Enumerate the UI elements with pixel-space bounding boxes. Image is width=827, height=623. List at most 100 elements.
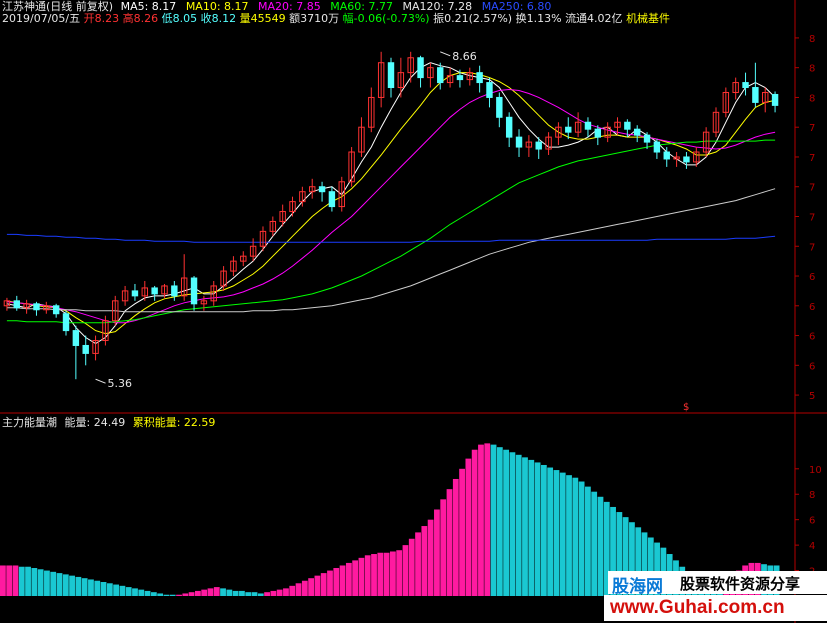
energy-bar[interactable] — [339, 565, 346, 596]
energy-bar[interactable] — [528, 459, 535, 596]
energy-bar[interactable] — [371, 554, 377, 596]
candle-body[interactable] — [643, 134, 651, 143]
candle-body[interactable] — [496, 96, 503, 118]
energy-bar[interactable] — [12, 565, 19, 596]
energy-bar[interactable] — [566, 475, 572, 596]
energy-bar[interactable] — [18, 566, 25, 596]
energy-bar[interactable] — [597, 496, 604, 596]
candle-body[interactable] — [437, 67, 444, 84]
energy-bar[interactable] — [396, 550, 403, 596]
candle-body[interactable] — [584, 121, 592, 130]
candle-body[interactable] — [486, 82, 493, 98]
energy-bar[interactable] — [345, 562, 352, 596]
energy-bar[interactable] — [283, 588, 289, 596]
energy-bar[interactable] — [578, 481, 585, 596]
energy-bar[interactable] — [490, 444, 497, 596]
energy-bar[interactable] — [37, 569, 44, 596]
candle-body[interactable] — [151, 287, 158, 295]
candle-body[interactable] — [62, 313, 70, 332]
energy-bar[interactable] — [195, 590, 201, 596]
energy-bar[interactable] — [270, 590, 277, 596]
energy-bar[interactable] — [0, 565, 6, 596]
industry-label[interactable]: 机械基件 — [626, 12, 670, 25]
candle-body[interactable] — [171, 285, 178, 297]
energy-bar[interactable] — [320, 573, 327, 596]
candle-body[interactable] — [72, 330, 80, 346]
energy-bar[interactable] — [364, 555, 371, 596]
candle-body[interactable] — [633, 128, 641, 136]
energy-bar[interactable] — [113, 584, 120, 596]
energy-bar[interactable] — [207, 588, 214, 596]
energy-bar[interactable] — [100, 582, 107, 596]
energy-bar[interactable] — [276, 589, 283, 596]
energy-bar[interactable] — [125, 587, 132, 596]
energy-bar[interactable] — [301, 580, 308, 596]
candle-body[interactable] — [742, 82, 749, 89]
candle-body[interactable] — [52, 305, 60, 315]
energy-bar[interactable] — [201, 589, 208, 596]
candle-body[interactable] — [535, 141, 542, 150]
energy-bar[interactable] — [572, 477, 579, 596]
candle-body[interactable] — [476, 72, 483, 84]
energy-bar[interactable] — [327, 570, 333, 596]
energy-bar[interactable] — [295, 583, 302, 596]
energy-bar[interactable] — [478, 444, 484, 596]
energy-bar[interactable] — [308, 578, 315, 596]
energy-bar[interactable] — [138, 589, 145, 596]
candle-body[interactable] — [653, 141, 661, 153]
energy-bar[interactable] — [6, 565, 13, 596]
energy-bar[interactable] — [333, 568, 340, 596]
energy-bar[interactable] — [188, 592, 195, 596]
candle-body[interactable] — [82, 344, 89, 354]
energy-bar[interactable] — [591, 491, 598, 596]
kline-chart[interactable]: 56666777778888.665.36$108642 — [0, 0, 827, 623]
energy-bar[interactable] — [56, 573, 63, 596]
energy-bar[interactable] — [213, 587, 220, 596]
candle-body[interactable] — [13, 300, 20, 309]
energy-bar[interactable] — [484, 443, 491, 596]
energy-bar[interactable] — [245, 592, 252, 596]
candle-body[interactable] — [683, 156, 690, 163]
candle-body[interactable] — [318, 186, 326, 193]
energy-bar[interactable] — [402, 545, 409, 596]
energy-bar[interactable] — [232, 590, 239, 596]
candle-body[interactable] — [131, 290, 139, 297]
energy-bar[interactable] — [585, 486, 591, 596]
energy-bar[interactable] — [182, 593, 189, 596]
energy-bar[interactable] — [150, 592, 157, 596]
energy-bar[interactable] — [503, 449, 510, 596]
energy-bar[interactable] — [239, 590, 245, 596]
energy-bar[interactable] — [157, 593, 164, 596]
energy-bar[interactable] — [144, 590, 151, 596]
energy-bar[interactable] — [377, 552, 384, 596]
energy-bar[interactable] — [44, 570, 50, 596]
energy-bar[interactable] — [106, 583, 113, 596]
candle-body[interactable] — [663, 151, 670, 160]
indicator-title[interactable]: 主力能量潮 — [2, 416, 57, 429]
candle-body[interactable] — [594, 128, 602, 138]
energy-bar[interactable] — [81, 578, 88, 596]
energy-bar[interactable] — [452, 478, 459, 596]
candle-body[interactable] — [505, 116, 513, 138]
energy-bar[interactable] — [408, 538, 415, 596]
energy-bar[interactable] — [163, 594, 170, 596]
candle-body[interactable] — [456, 75, 464, 81]
candle-body[interactable] — [387, 62, 395, 89]
energy-bar[interactable] — [427, 519, 434, 596]
candle-body[interactable] — [624, 121, 631, 130]
energy-bar[interactable] — [132, 588, 138, 596]
candle-body[interactable] — [190, 277, 198, 305]
energy-bar[interactable] — [289, 585, 296, 596]
energy-bar[interactable] — [176, 594, 182, 596]
energy-bar[interactable] — [352, 560, 359, 596]
energy-bar[interactable] — [465, 458, 472, 596]
energy-bar[interactable] — [534, 462, 541, 596]
energy-bar[interactable] — [251, 592, 258, 596]
energy-bar[interactable] — [553, 470, 560, 596]
energy-bar[interactable] — [559, 472, 566, 596]
energy-bar[interactable] — [119, 585, 126, 596]
energy-bar[interactable] — [446, 489, 453, 596]
energy-bar[interactable] — [509, 452, 516, 596]
candle-body[interactable] — [328, 191, 336, 208]
energy-bar[interactable] — [358, 557, 365, 596]
